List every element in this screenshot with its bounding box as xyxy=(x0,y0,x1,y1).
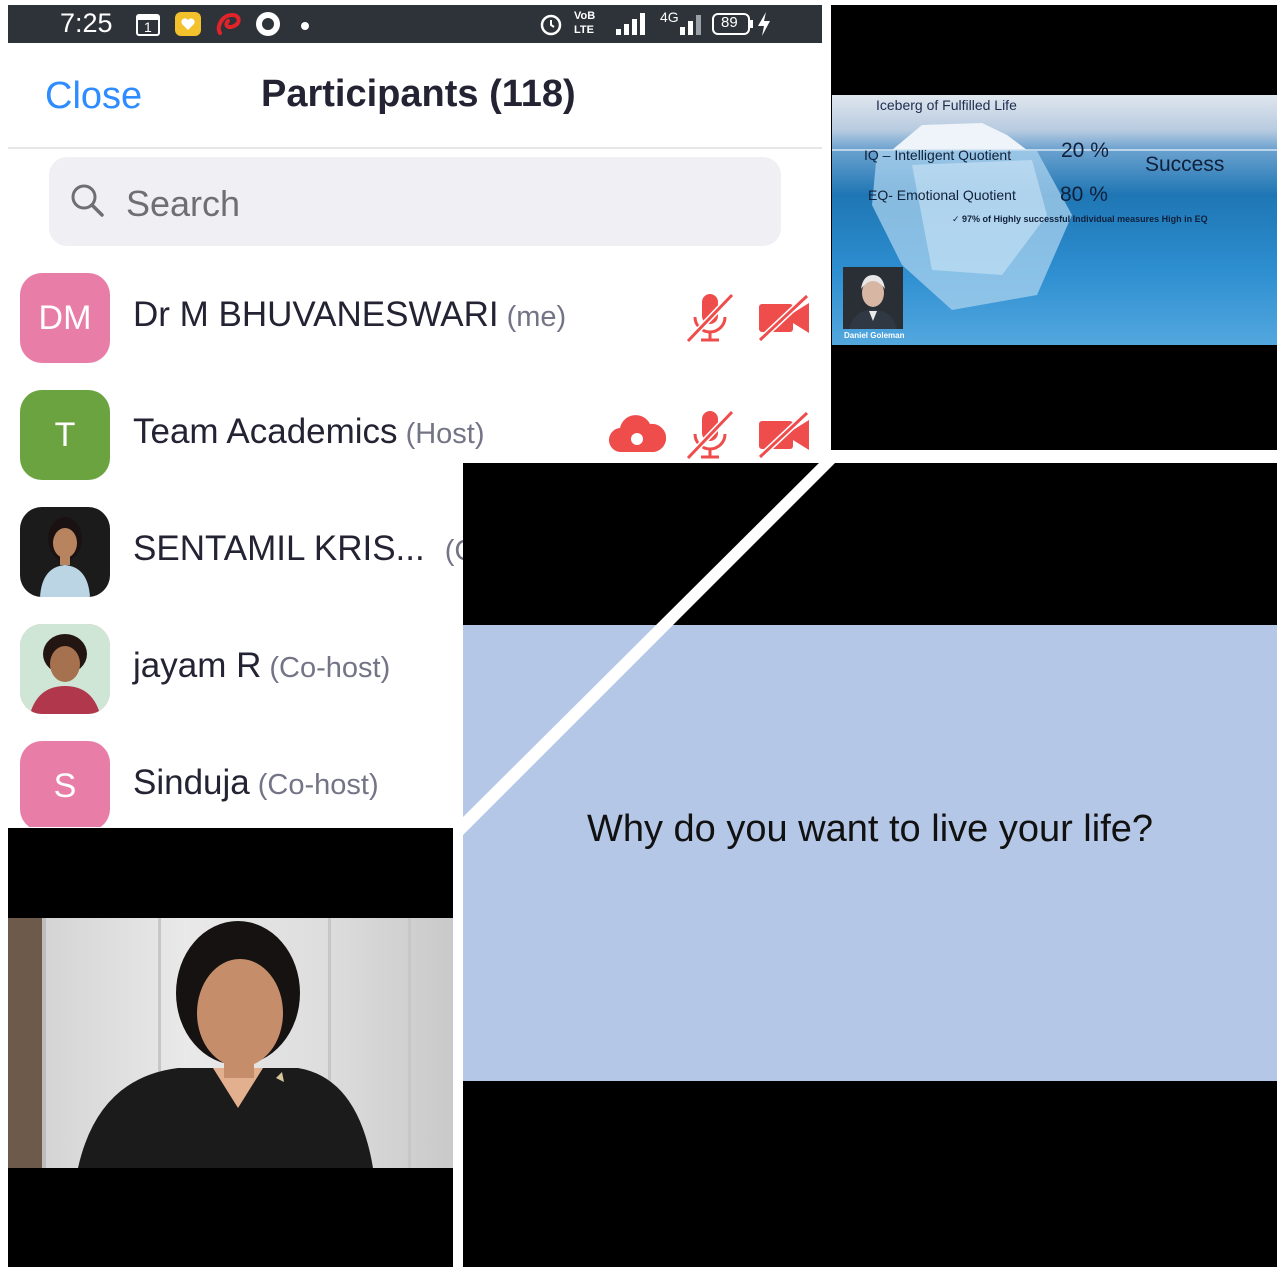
video-off-icon[interactable] xyxy=(757,293,811,348)
iq-label: IQ – Intelligent Quotient xyxy=(864,147,1012,163)
participant-role: (Co-host) xyxy=(269,652,391,684)
cloud-record-icon xyxy=(608,414,667,459)
status-time: 7:25 xyxy=(60,8,113,38)
volte-label: VoB LTE xyxy=(574,10,596,36)
participant-role: (Co-host) xyxy=(257,769,379,801)
charging-icon xyxy=(756,11,772,37)
participant-name: SENTAMIL KRIS... xyxy=(133,529,425,568)
calendar-icon: 1 xyxy=(135,11,161,37)
speaker-video-tile xyxy=(8,828,453,1267)
portrait-caption: Daniel Goleman xyxy=(844,331,905,340)
mic-muted-icon[interactable] xyxy=(684,291,738,350)
panel-title: Participants (118) xyxy=(261,73,576,115)
participant-role: (me) xyxy=(506,301,567,333)
calendar-day: 1 xyxy=(144,19,152,35)
participant-name: Sinduja xyxy=(133,763,250,802)
avatar: T xyxy=(20,390,110,480)
iceberg-slide: Iceberg of Fulfilled Life IQ – Intellige… xyxy=(832,95,1277,345)
heart-app-icon xyxy=(174,11,202,37)
speaker-video xyxy=(8,918,453,1168)
slide1-title: Iceberg of Fulfilled Life xyxy=(876,97,1017,113)
participant-name: Team Academics xyxy=(133,412,398,451)
participant-name: Dr M BHUVANESWARI xyxy=(133,295,499,334)
avatar xyxy=(20,507,110,597)
close-button[interactable]: Close xyxy=(45,75,142,118)
collage-divider xyxy=(455,455,835,835)
signal-icon xyxy=(614,11,648,37)
success-label: Success xyxy=(1145,153,1225,176)
search-icon xyxy=(69,182,107,225)
avatar xyxy=(20,624,110,714)
notification-dot-icon xyxy=(300,11,310,37)
eq-value: 80 % xyxy=(1060,183,1108,206)
iq-value: 20 % xyxy=(1061,139,1109,162)
status-bar: 7:25 1 VoB LTE 4G 89 xyxy=(8,5,822,43)
participant-role: (Host) xyxy=(405,418,485,450)
avatar: S xyxy=(20,741,110,827)
panel-header: Close Participants (118) xyxy=(8,43,822,149)
participant-row[interactable]: DM Dr M BHUVANESWARI (me) xyxy=(8,273,822,392)
search-placeholder: Search xyxy=(126,183,241,224)
shared-slide-iceberg: Iceberg of Fulfilled Life IQ – Intellige… xyxy=(831,5,1277,450)
goleman-portrait xyxy=(843,267,903,329)
alarm-icon xyxy=(538,11,564,37)
record-circle-icon xyxy=(254,11,282,37)
signal-2-icon xyxy=(678,11,706,37)
airtel-icon xyxy=(214,11,244,37)
avatar: DM xyxy=(20,273,110,363)
battery-icon: 89 xyxy=(712,11,756,37)
participant-name: jayam R xyxy=(133,646,262,685)
eq-note: ✓ 97% of Highly successful Individual me… xyxy=(952,214,1208,224)
search-input[interactable]: Search xyxy=(49,157,781,246)
battery-level: 89 xyxy=(721,14,738,31)
network-type-label: 4G xyxy=(660,9,679,25)
eq-label: EQ- Emotional Quotient xyxy=(868,187,1016,203)
